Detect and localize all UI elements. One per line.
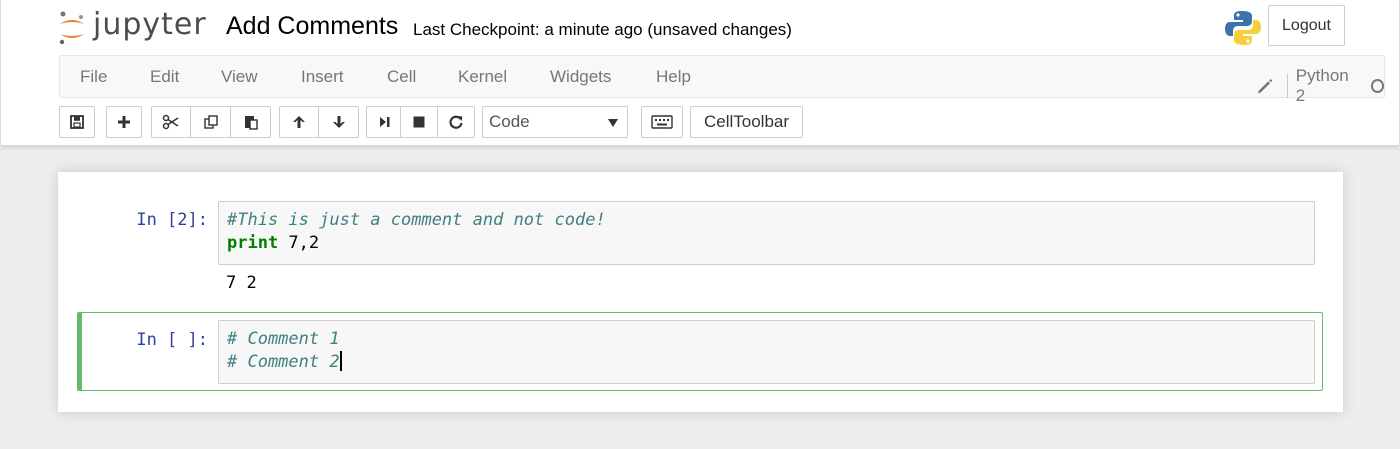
cut-icon <box>162 114 179 130</box>
menu-widgets[interactable]: Widgets <box>550 67 611 87</box>
menu-file[interactable]: File <box>80 67 107 87</box>
cell-1-prompt: In [2]: <box>136 210 208 230</box>
kernel-separator <box>1286 74 1288 98</box>
header: jupyter Add Comments Last Checkpoint: a … <box>0 0 1400 145</box>
save-icon <box>70 115 84 129</box>
stop-button[interactable] <box>400 106 438 138</box>
logo-text: jupyter <box>93 7 207 42</box>
menu-view[interactable]: View <box>221 67 258 87</box>
code-args: 7,2 <box>278 233 320 253</box>
cell-1-output: 7 2 <box>226 273 257 293</box>
menubar: File Edit View Insert Cell Kernel Widget… <box>59 55 1385 105</box>
stop-icon <box>413 116 425 128</box>
code-line: # Comment 2 <box>227 351 1306 374</box>
restart-icon <box>449 115 463 129</box>
menu-edit[interactable]: Edit <box>150 67 179 87</box>
code-line: # Comment 1 <box>227 329 340 349</box>
move-down-button[interactable] <box>318 106 359 138</box>
restart-button[interactable] <box>437 106 475 138</box>
code-line: print 7,2 <box>227 232 1306 255</box>
menu-cell[interactable]: Cell <box>387 67 416 87</box>
keyboard-icon <box>651 115 673 129</box>
move-up-icon <box>293 116 305 128</box>
text-cursor <box>339 351 342 371</box>
logout-button[interactable]: Logout <box>1268 5 1345 46</box>
insert-cell-button[interactable] <box>106 106 142 138</box>
cut-button[interactable] <box>151 106 191 138</box>
code-keyword: print <box>227 233 279 253</box>
menu-help[interactable]: Help <box>656 67 691 87</box>
menu-kernel[interactable]: Kernel <box>458 67 507 87</box>
cell-2-prompt: In [ ]: <box>136 330 208 350</box>
menu-insert[interactable]: Insert <box>301 67 344 87</box>
jupyter-logo[interactable]: jupyter <box>57 7 207 46</box>
notebook-container: In [2]: #This is just a comment and not … <box>58 172 1343 412</box>
python-logo-icon <box>1225 11 1261 45</box>
code-line: #This is just a comment and not code! <box>227 210 606 230</box>
add-cell-icon <box>118 116 130 128</box>
notebook-name[interactable]: Add Comments <box>226 12 398 41</box>
move-up-button[interactable] <box>279 106 319 138</box>
cell-2-code-input[interactable]: # Comment 1 # Comment 2 <box>218 320 1315 384</box>
run-button[interactable] <box>366 106 401 138</box>
copy-button[interactable] <box>190 106 231 138</box>
save-button[interactable] <box>59 106 95 138</box>
jupyter-logo-icon <box>59 11 84 45</box>
kernel-status-area: Python 2 <box>1256 66 1384 106</box>
celltoolbar-button[interactable]: CellToolbar <box>690 106 803 138</box>
cell-1-code-input[interactable]: #This is just a comment and not code! pr… <box>218 201 1315 265</box>
paste-icon <box>244 116 258 130</box>
cell-type-select[interactable]: Code <box>482 106 628 138</box>
paste-button[interactable] <box>230 106 271 138</box>
kernel-name: Python 2 <box>1295 66 1349 105</box>
code-comment: # Comment 2 <box>227 352 340 372</box>
cell-type-value: Code <box>489 112 530 131</box>
move-down-icon <box>332 116 345 128</box>
command-palette-button[interactable] <box>641 106 683 138</box>
chevron-down-icon <box>608 119 618 127</box>
run-icon <box>379 117 389 127</box>
copy-icon <box>203 115 218 129</box>
kernel-idle-indicator-icon <box>1370 79 1384 93</box>
checkpoint-status: Last Checkpoint: a minute ago (unsaved c… <box>413 20 792 39</box>
pencil-icon[interactable] <box>1256 76 1273 96</box>
